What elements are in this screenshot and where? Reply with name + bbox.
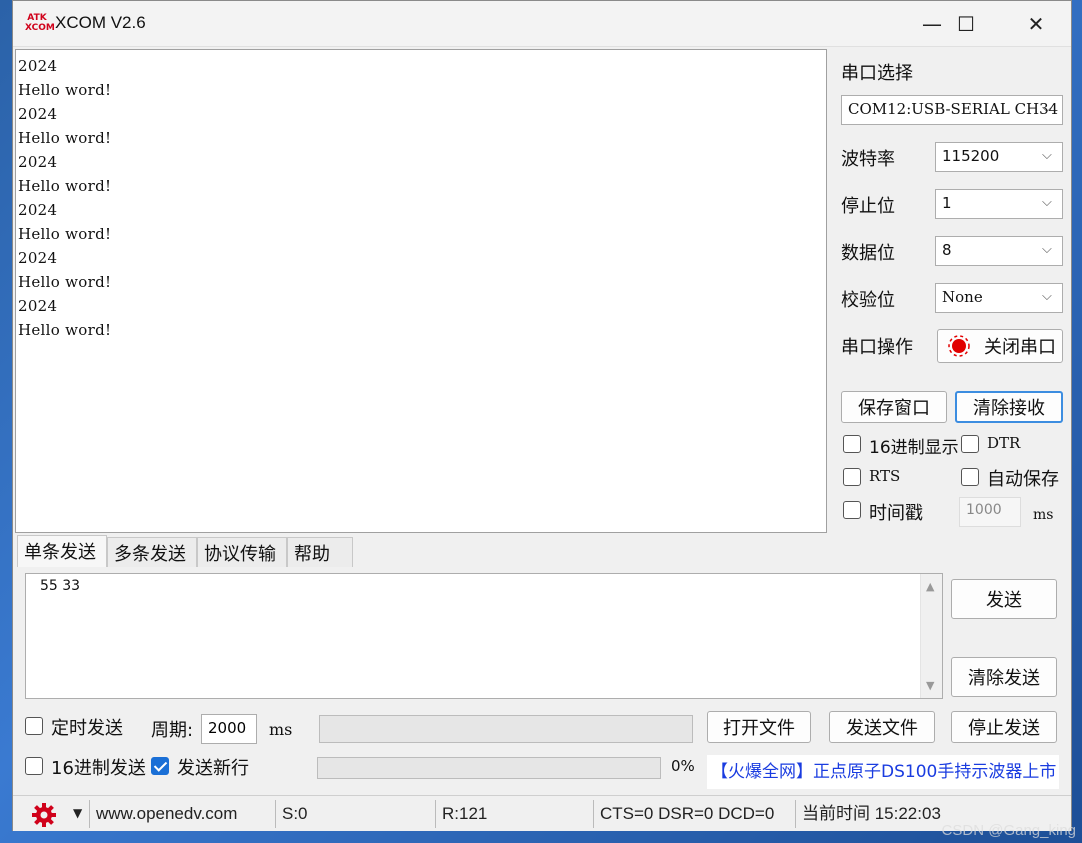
- stop-bits-label: 停止位: [841, 196, 895, 217]
- close-button[interactable]: ✕: [1001, 1, 1071, 47]
- clear-send-button[interactable]: 清除发送: [951, 657, 1057, 697]
- receive-text-area[interactable]: 2024 Hello word! 2024 Hello word! 2024 H…: [15, 49, 827, 533]
- receive-line: 2024: [18, 57, 58, 75]
- dtr-checkbox[interactable]: [961, 435, 979, 453]
- clear-receive-button[interactable]: 清除接收: [955, 391, 1063, 423]
- title-bar: ATK XCOM XCOM V2.6 — ☐ ✕: [13, 1, 1071, 47]
- line-status: CTS=0 DSR=0 DCD=0: [593, 800, 793, 828]
- dtr-label: DTR: [987, 434, 1021, 452]
- timestamp-checkbox[interactable]: [843, 501, 861, 519]
- receive-line: Hello word!: [18, 321, 112, 339]
- baud-select-value: 115200: [942, 147, 1000, 165]
- send-button[interactable]: 发送: [951, 579, 1057, 619]
- send-newline-label: 发送新行: [177, 758, 249, 779]
- open-file-button[interactable]: 打开文件: [707, 711, 811, 743]
- baud-select[interactable]: 115200 ⌵: [935, 142, 1063, 172]
- save-window-button[interactable]: 保存窗口: [841, 391, 947, 423]
- data-bits-label: 数据位: [841, 243, 895, 264]
- timestamp-interval-input[interactable]: 1000: [959, 497, 1021, 527]
- chevron-down-icon: ⌵: [1042, 101, 1052, 116]
- parity-select[interactable]: None ⌵: [935, 283, 1063, 313]
- scroll-up-icon[interactable]: ▲: [926, 580, 934, 593]
- hex-display-label: 16进制显示: [869, 438, 959, 458]
- receive-line: Hello word!: [18, 225, 112, 243]
- gear-icon[interactable]: [31, 802, 57, 828]
- receive-line: 2024: [18, 249, 58, 267]
- period-label: 周期:: [151, 720, 194, 741]
- receive-line: Hello word!: [18, 81, 112, 99]
- receive-line: 2024: [18, 153, 58, 171]
- receive-line: 2024: [18, 105, 58, 123]
- receive-line: Hello word!: [18, 129, 112, 147]
- parity-label: 校验位: [841, 290, 895, 311]
- stop-send-button[interactable]: 停止发送: [951, 711, 1057, 743]
- hex-display-checkbox[interactable]: [843, 435, 861, 453]
- port-select[interactable]: COM12:USB-SERIAL CH34 ⌵: [841, 95, 1063, 125]
- send-scrollbar[interactable]: ▲ ▼: [920, 574, 942, 698]
- timed-send-checkbox[interactable]: [25, 717, 43, 735]
- send-text-area[interactable]: 55 33 ▲ ▼: [25, 573, 943, 699]
- send-progress-bar: [317, 757, 661, 779]
- timestamp-label: 时间戳: [869, 503, 923, 524]
- rts-label: RTS: [869, 467, 901, 485]
- status-bar: ▼ www.openedv.com S:0 R:121 CTS=0 DSR=0 …: [13, 795, 1071, 831]
- chevron-down-icon: ⌵: [1042, 289, 1052, 304]
- send-text: 55 33: [40, 578, 81, 594]
- port-settings-panel: 串口选择 COM12:USB-SERIAL CH34 ⌵ 波特率 115200 …: [839, 49, 1065, 533]
- send-newline-checkbox[interactable]: [151, 757, 169, 775]
- chevron-down-icon: ⌵: [1042, 195, 1052, 210]
- auto-save-label: 自动保存: [987, 469, 1059, 490]
- port-select-value: COM12:USB-SERIAL CH34: [848, 100, 1059, 118]
- scroll-down-icon[interactable]: ▼: [926, 679, 934, 692]
- tab-help[interactable]: 帮助: [287, 537, 353, 567]
- port-select-label: 串口选择: [841, 63, 913, 84]
- auto-save-checkbox[interactable]: [961, 468, 979, 486]
- timestamp-unit: ms: [1033, 507, 1054, 523]
- rts-checkbox[interactable]: [843, 468, 861, 486]
- close-port-label: 关闭串口: [984, 337, 1056, 358]
- tab-multi-send[interactable]: 多条发送: [107, 537, 197, 567]
- port-operation-label: 串口操作: [841, 337, 913, 358]
- receive-line: 2024: [18, 297, 58, 315]
- port-status-light-icon: [948, 335, 970, 357]
- hex-send-label: 16进制发送: [51, 758, 146, 779]
- chevron-down-icon: ⌵: [1042, 242, 1052, 257]
- hex-send-checkbox[interactable]: [25, 757, 43, 775]
- chevron-down-icon: ⌵: [1042, 148, 1052, 163]
- send-file-button[interactable]: 发送文件: [829, 711, 935, 743]
- ad-link[interactable]: 【火爆全网】正点原子DS100手持示波器上市: [707, 755, 1059, 789]
- file-path-field: [319, 715, 693, 743]
- timed-send-label: 定时发送: [51, 718, 123, 739]
- watermark: CSDN @Gang_king: [941, 822, 1076, 839]
- period-input[interactable]: 2000: [201, 714, 257, 744]
- tab-single-send[interactable]: 单条发送: [17, 535, 107, 567]
- maximize-button[interactable]: ☐: [931, 1, 1001, 47]
- sent-count: S:0: [275, 800, 433, 828]
- data-bits-select[interactable]: 8 ⌵: [935, 236, 1063, 266]
- tab-protocol[interactable]: 协议传输: [197, 537, 287, 567]
- received-count: R:121: [435, 800, 591, 828]
- baud-label: 波特率: [841, 149, 895, 170]
- data-bits-select-value: 8: [942, 241, 952, 259]
- app-logo-icon: ATK XCOM: [25, 13, 55, 33]
- close-port-button[interactable]: 关闭串口: [937, 329, 1063, 363]
- receive-line: Hello word!: [18, 273, 112, 291]
- menu-dropdown-icon[interactable]: ▼: [73, 806, 82, 820]
- period-unit: ms: [269, 720, 293, 739]
- website-link[interactable]: www.openedv.com: [89, 800, 273, 828]
- window-title: XCOM V2.6: [55, 13, 146, 32]
- stop-bits-select[interactable]: 1 ⌵: [935, 189, 1063, 219]
- receive-line: Hello word!: [18, 177, 112, 195]
- parity-select-value: None: [942, 288, 983, 306]
- receive-line: 2024: [18, 201, 58, 219]
- xcom-window: ATK XCOM XCOM V2.6 — ☐ ✕ 2024 Hello word…: [12, 0, 1072, 831]
- stop-bits-select-value: 1: [942, 194, 952, 212]
- send-progress-percent: 0%: [671, 757, 695, 775]
